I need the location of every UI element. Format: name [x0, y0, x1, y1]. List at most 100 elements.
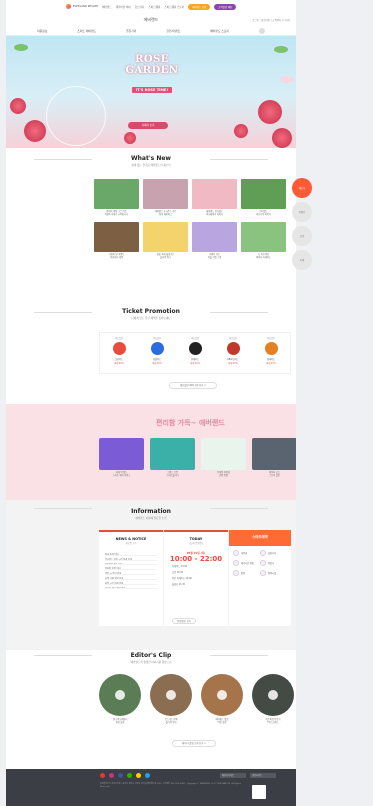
notice-item[interactable]: 분실물 센터 운영 안내 — [105, 585, 157, 590]
shopping-button[interactable]: 에버랜드 쇼핑 — [188, 3, 211, 10]
search-icon[interactable] — [258, 28, 265, 34]
util-links[interactable]: 로그인 | 회원가입 | 고객센터 | 다국어 — [252, 18, 290, 22]
smart-menu-item[interactable]: 길찾기 — [260, 560, 287, 566]
rose-decoration — [272, 128, 292, 148]
smart-menu-item[interactable]: 이용권 — [233, 550, 260, 556]
leaf-decoration — [14, 44, 28, 51]
nav-item-info[interactable]: 이용정보 — [37, 29, 47, 33]
news-card[interactable]: 판다월드 바오가족 이야기 — [241, 179, 286, 218]
family-site-select[interactable]: 패밀리사이트 — [220, 773, 246, 778]
sns-links — [100, 773, 150, 778]
hero-detail-button[interactable]: 자세히 보기 — [128, 122, 168, 129]
event-card[interactable]: 캐릭터 굿즈 스토어 할인 — [252, 438, 296, 478]
event-card[interactable]: 모바일 이용권 간편 입장 — [201, 438, 246, 478]
side-tab[interactable]: 이벤트 — [292, 202, 312, 222]
topbar-link-everland[interactable]: 에버랜드 — [102, 5, 112, 9]
event-thumbnail — [150, 438, 195, 470]
promo-more-button[interactable]: 제휴할인 혜택 모두보기 > — [169, 382, 217, 389]
news-notice-panel: NEWS & NOTICE 새로운 소식 장미 축제 안내 판다월드 관람 시간 … — [99, 530, 163, 626]
card-logo-icon — [226, 342, 240, 355]
event-caption: 내게 딱 맞는 스마트 예약 서비스 — [112, 471, 131, 477]
nav-item-story[interactable]: 에버랜드 스토리 — [210, 29, 229, 33]
nav-item-discount[interactable]: 할인/이벤트 — [166, 29, 180, 33]
news-card[interactable]: 에버랜드 판다월드 바오패밀리 이야기 — [192, 179, 237, 218]
topbar-link-homebridge[interactable]: 홈브리지 — [135, 5, 145, 9]
today-detail-button[interactable]: 운영정보 보기 — [172, 618, 196, 624]
leaf-decoration — [274, 46, 288, 53]
smart-menu-label: 맛집 — [241, 572, 246, 575]
whats-new-side-tabs: 새소식이벤트공연축제 — [292, 178, 314, 270]
certification-badge — [252, 785, 266, 799]
related-site-select[interactable]: 관련사이트 — [250, 773, 276, 778]
news-card[interactable]: 장미의 계절, 로즈가든 5월의 축제가 시작됩니다 — [94, 179, 139, 218]
nav-item-smart[interactable]: 스마트 에버랜드 — [77, 29, 96, 33]
clip-item[interactable]: 에버랜드 맛집 먹방 클립 — [201, 674, 243, 725]
side-tab[interactable]: 축제 — [292, 250, 312, 270]
hero-banner[interactable]: ROSE GARDEN IT'S ROSE TIME! 자세히 보기 — [6, 36, 296, 148]
promo-item[interactable]: 제휴할인 KB국민카드 최대 30% — [215, 336, 251, 373]
promo-discount: 최대 35% — [152, 362, 162, 365]
convenience-title: 편리함 가득~ 애버랜드 — [156, 419, 225, 427]
smart-menu-item[interactable]: 대기시간 확인 — [233, 560, 260, 566]
whats-new-grid: 장미의 계절, 로즈가든 5월의 축제가 시작됩니다 에버랜드 포시즌스 가든 장… — [94, 179, 290, 261]
news-caption: 에버랜드 판다월드 바오패밀리 이야기 — [206, 210, 223, 216]
facebook-icon[interactable] — [118, 773, 123, 778]
instagram-icon[interactable] — [109, 773, 114, 778]
news-card[interactable]: 가정의 달 이벤트 어린이날 혜택 — [94, 222, 139, 261]
topbar-link-store[interactable]: 스피드웨이 스토어 — [164, 5, 184, 9]
convenience-section: 편리함 가득~ 애버랜드 내게 딱 맞는 스마트 예약 서비스 그랜드 오픈 스마… — [6, 404, 296, 500]
clip-thumbnail — [252, 674, 294, 716]
clip-more-button[interactable]: 에디터 클립 모두보기 > — [172, 740, 216, 747]
smart-menu-item[interactable]: 즐길거리 — [260, 550, 287, 556]
topbar-link-caribbean[interactable]: 캐리비안 베이 — [116, 5, 131, 9]
news-card[interactable]: 봄꽃 축제 튤립가든 플라워 위크 — [143, 222, 188, 261]
clip-item[interactable]: 로즈가든 산책 플라워 투어 — [150, 674, 192, 725]
news-card[interactable]: 라벤더 가든 퍼플 선셋 스팟 — [192, 222, 237, 261]
promo-item[interactable]: 제휴할인 삼성카드 최대 35% — [139, 336, 175, 373]
chat-button[interactable]: 고객상담 채팅 — [214, 3, 237, 10]
promo-label: 제휴할인 — [228, 337, 238, 340]
event-caption: 그랜드 오픈 스마트줄서기 — [166, 471, 179, 477]
topbar-link-speedway[interactable]: 스피드웨이 — [148, 5, 160, 9]
clip-caption: 로즈가든 산책 플라워 투어 — [164, 718, 178, 724]
info-subtitle: 에버랜드 이용에 필요한 소식 — [135, 517, 167, 520]
site-logo[interactable]: 에버랜드 — [144, 17, 159, 23]
smart-title[interactable]: 스마트예약 — [229, 530, 291, 546]
clip-item[interactable]: 어트랙션 탑승기 T익스프레스 — [252, 674, 294, 725]
promo-item[interactable]: 제휴할인 롯데카드 최대 25% — [253, 336, 289, 373]
schedule-row: 불꽃쇼 21:30 — [172, 583, 186, 586]
event-card[interactable]: 그랜드 오픈 스마트줄서기 — [150, 438, 195, 478]
clip-item[interactable]: 판다 바오패밀리 일상 클립 — [99, 674, 141, 725]
resort-logo[interactable]: EVERLAND RESORT — [65, 4, 98, 9]
menu-icon — [260, 570, 266, 576]
play-icon — [217, 690, 227, 700]
information-section: Information 에버랜드 이용에 필요한 소식 NEWS & NOTIC… — [6, 500, 296, 650]
news-caption: 가정의 달 이벤트 어린이날 혜택 — [108, 253, 125, 259]
event-caption: 캐릭터 굿즈 스토어 할인 — [269, 471, 280, 477]
promo-label: 제휴할인 — [266, 337, 276, 340]
nav-item-fun[interactable]: 즐길거리 — [126, 29, 136, 33]
notice-list: 장미 축제 안내 판다월드 관람 시간 변경 안내 어트랙션 운휴 안내 주차장 이용… — [99, 545, 163, 590]
card-logo-icon — [188, 342, 202, 355]
blog-icon[interactable] — [127, 773, 132, 778]
side-tab[interactable]: 공연 — [292, 226, 312, 246]
promo-label: 제휴할인 — [190, 337, 200, 340]
whats-new-section: What's New 쉴새 없는 즐거움 에버랜드의 새소식 장미의 계절, 로… — [6, 155, 296, 259]
smart-menu-item[interactable]: 맛집 — [233, 570, 260, 576]
event-card[interactable]: 내게 딱 맞는 스마트 예약 서비스 — [99, 438, 144, 478]
twitter-icon[interactable] — [145, 773, 150, 778]
news-card[interactable]: 뉴 어트랙션 캐릭터 퍼레이드 — [241, 222, 286, 261]
play-icon — [115, 690, 125, 700]
news-caption: 장미의 계절, 로즈가든 5월의 축제가 시작됩니다 — [105, 210, 128, 216]
youtube-icon[interactable] — [100, 773, 105, 778]
promo-item[interactable]: 제휴할인 신한카드 최대 40% — [101, 336, 137, 373]
kakao-icon[interactable] — [136, 773, 141, 778]
promo-item[interactable]: 제휴할인 현대카드 최대 30% — [177, 336, 213, 373]
promo-title: Ticket Promotion — [6, 308, 296, 315]
clip-title: Editor's Clip — [6, 650, 296, 659]
whats-new-subtitle: 쉴새 없는 즐거움 에버랜드의 새소식 — [131, 164, 171, 167]
news-card[interactable]: 에버랜드 포시즌스 가든 장미 테마파크 — [143, 179, 188, 218]
smart-menu-item[interactable]: 편의시설 — [260, 570, 287, 576]
side-tab[interactable]: 새소식 — [292, 178, 312, 198]
event-thumbnail — [252, 438, 296, 470]
